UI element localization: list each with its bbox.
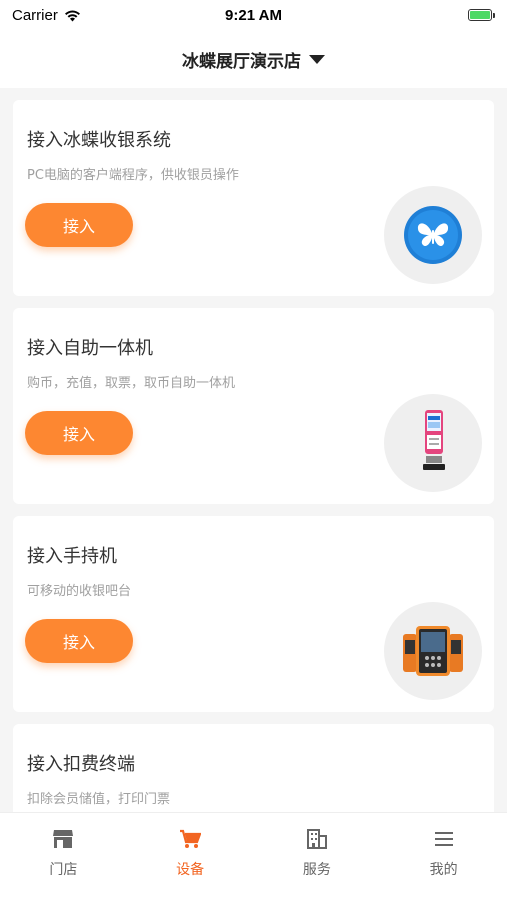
- store-icon: [53, 830, 74, 848]
- tab-label: 门店: [49, 862, 78, 878]
- tab-bar: 门店 设备 服务 我的: [0, 812, 507, 900]
- device-list[interactable]: 接入冰蝶收银系统 PC电脑的客户端程序，供收银员操作 接入 接入自助一体机 购币…: [0, 88, 507, 812]
- card-title: 接入扣费终端: [27, 754, 135, 775]
- caret-down-icon[interactable]: [309, 54, 325, 64]
- butterfly-logo-icon: [384, 186, 482, 284]
- card-title: 接入自助一体机: [27, 338, 153, 359]
- card-description: 扣除会员储值，打印门票: [27, 792, 171, 807]
- menu-icon: [434, 832, 453, 846]
- tab-store[interactable]: 门店: [0, 813, 127, 900]
- card-description: 可移动的收银吧台: [27, 584, 132, 599]
- tab-mine[interactable]: 我的: [380, 813, 507, 900]
- connect-button[interactable]: 接入: [25, 203, 133, 247]
- tab-device[interactable]: 设备: [127, 813, 254, 900]
- status-left: Carrier: [12, 7, 81, 24]
- kiosk-icon: [384, 394, 482, 492]
- tab-label: 设备: [176, 862, 205, 878]
- building-icon: [306, 829, 327, 849]
- tab-service[interactable]: 服务: [254, 813, 381, 900]
- card-kiosk: 接入自助一体机 购币，充值，取票，取币自助一体机 接入: [13, 308, 494, 504]
- card-title: 接入冰蝶收银系统: [27, 130, 171, 151]
- card-handheld: 接入手持机 可移动的收银吧台 接入: [13, 516, 494, 712]
- status-bar: Carrier 9:21 AM: [0, 0, 507, 30]
- handheld-device-icon: [384, 602, 482, 700]
- store-selector[interactable]: 冰蝶展厅演示店: [0, 30, 507, 88]
- connect-button[interactable]: 接入: [25, 411, 133, 455]
- card-title: 接入手持机: [27, 546, 117, 567]
- store-name[interactable]: 冰蝶展厅演示店: [182, 47, 301, 72]
- battery-icon: [468, 9, 495, 21]
- card-deduction-terminal: 接入扣费终端 扣除会员储值，打印门票: [13, 724, 494, 812]
- card-description: 购币，充值，取票，取币自助一体机: [27, 376, 236, 391]
- tab-label: 服务: [302, 862, 331, 878]
- cart-icon: [180, 829, 202, 848]
- card-cashier-system: 接入冰蝶收银系统 PC电脑的客户端程序，供收银员操作 接入: [13, 100, 494, 296]
- tab-label: 我的: [429, 862, 458, 878]
- carrier-label: Carrier: [12, 6, 58, 24]
- card-description: PC电脑的客户端程序，供收银员操作: [27, 168, 239, 183]
- wifi-icon: [64, 10, 80, 21]
- connect-button[interactable]: 接入: [25, 619, 133, 663]
